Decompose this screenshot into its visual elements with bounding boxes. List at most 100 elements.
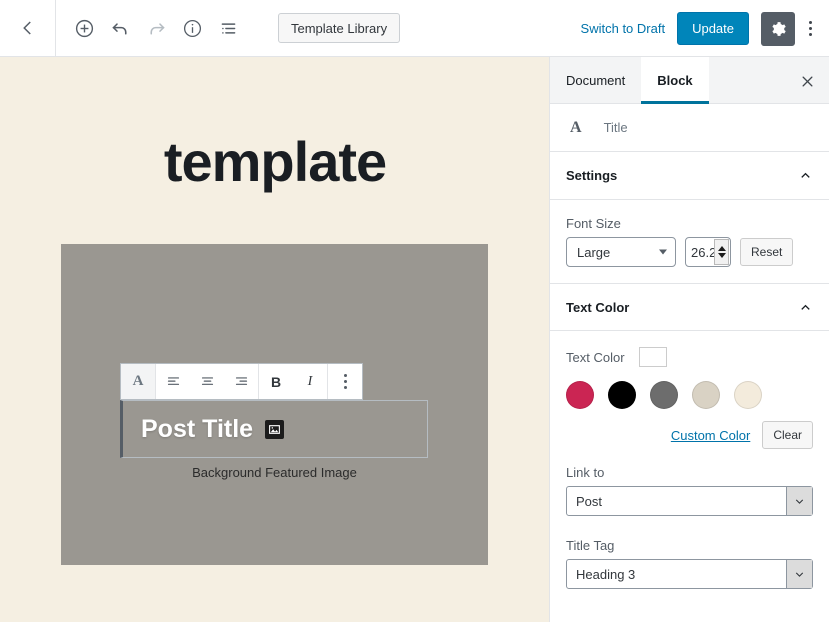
block-type-button[interactable]: A — [121, 364, 155, 399]
text-color-preview-swatch[interactable] — [638, 347, 667, 367]
text-color-current-row: Text Color — [566, 347, 813, 367]
editor-canvas[interactable]: template A B I Post Title Background Fea… — [0, 57, 550, 622]
tab-document[interactable]: Document — [550, 57, 641, 103]
font-size-stepper[interactable] — [714, 239, 729, 265]
chevron-left-icon — [22, 21, 31, 35]
bold-button[interactable]: B — [259, 364, 293, 399]
sidebar-tabs: Document Block — [550, 57, 829, 104]
content-structure-button[interactable] — [174, 10, 210, 46]
site-title: template — [163, 130, 387, 193]
swatch-beige[interactable] — [692, 381, 720, 409]
title-tag-group: Title Tag Heading 3 — [566, 538, 813, 589]
undo-icon — [111, 22, 127, 35]
settings-panel-title: Settings — [566, 168, 618, 183]
align-right-button[interactable] — [224, 364, 258, 399]
link-to-select[interactable]: Post — [566, 486, 813, 516]
template-library-label: Template Library — [291, 20, 388, 36]
align-left-button[interactable] — [156, 364, 190, 399]
close-icon — [802, 76, 812, 86]
more-menu-button[interactable] — [795, 12, 825, 46]
stepper-down-icon — [717, 253, 726, 258]
font-size-controls: Large 26.25 Reset — [566, 237, 813, 267]
custom-color-link[interactable]: Custom Color — [671, 428, 750, 443]
settings-toggle-button[interactable] — [761, 11, 795, 46]
alignment-group — [156, 364, 259, 399]
text-format-group: B I — [259, 364, 328, 399]
settings-panel-body: Font Size Large 26.25 Reset — [550, 200, 829, 283]
text-color-panel-title: Text Color — [566, 299, 630, 315]
font-size-preset-select[interactable]: Large — [566, 237, 676, 267]
template-library-button[interactable]: Template Library — [278, 13, 401, 43]
align-left-icon — [167, 377, 179, 385]
switch-to-draft-button[interactable]: Switch to Draft — [569, 21, 678, 36]
selected-block-info: A Title — [550, 104, 829, 152]
undo-button[interactable] — [102, 10, 138, 46]
kebab-menu-icon — [808, 21, 812, 36]
update-label: Update — [692, 21, 734, 36]
link-to-value: Post — [576, 493, 603, 509]
info-icon — [183, 19, 201, 37]
chevron-up-icon — [801, 304, 810, 310]
back-button[interactable] — [0, 0, 56, 56]
block-toolbar: A B I — [120, 363, 363, 400]
clear-color-button[interactable]: Clear — [762, 421, 813, 449]
more-options-icon — [343, 374, 347, 389]
list-view-icon — [221, 22, 235, 34]
link-to-group: Link to Post — [566, 465, 813, 516]
post-title-text: Post Title — [141, 414, 254, 443]
block-more-group — [328, 364, 362, 399]
tab-block-label: Block — [657, 72, 693, 88]
font-size-label: Font Size — [566, 216, 621, 231]
selected-block-name: Title — [603, 120, 628, 135]
post-title-block[interactable]: Post Title — [120, 400, 428, 458]
update-button[interactable]: Update — [677, 12, 749, 45]
swatch-crimson[interactable] — [566, 381, 594, 409]
close-sidebar-button[interactable] — [793, 67, 821, 95]
image-icon — [265, 419, 285, 439]
add-block-button[interactable] — [66, 10, 102, 46]
align-center-icon — [201, 377, 213, 385]
swatch-cream[interactable] — [734, 381, 762, 409]
color-swatch-list — [566, 381, 813, 409]
chevron-up-icon — [801, 172, 810, 178]
tab-document-label: Document — [566, 72, 626, 88]
link-to-label: Link to — [566, 465, 605, 480]
bold-icon: B — [270, 373, 282, 390]
stepper-up-icon — [717, 246, 726, 251]
redo-icon — [149, 22, 165, 35]
block-type-icon: A — [570, 118, 582, 136]
italic-button[interactable]: I — [293, 364, 327, 399]
text-color-panel-header[interactable]: Text Color — [550, 283, 829, 331]
swatch-black[interactable] — [608, 381, 636, 409]
header-left-tools: Template Library — [0, 0, 401, 56]
redo-button[interactable] — [138, 10, 174, 46]
gear-icon — [772, 21, 786, 36]
font-size-preset-value: Large — [577, 244, 611, 260]
block-type-icon: A — [132, 373, 144, 389]
block-more-options-button[interactable] — [328, 364, 362, 399]
settings-panel-header[interactable]: Settings — [550, 152, 829, 200]
link-to-dropdown-arrow — [786, 487, 812, 515]
add-block-icon — [75, 19, 93, 37]
font-size-reset-button[interactable]: Reset — [740, 238, 794, 266]
color-actions-row: Custom Color Clear — [566, 421, 813, 449]
clear-label: Clear — [773, 428, 802, 442]
align-center-button[interactable] — [190, 364, 224, 399]
chevron-down-icon — [795, 498, 804, 504]
text-color-field-label: Text Color — [566, 349, 625, 365]
settings-sidebar: Document Block A Title Settings Font Siz… — [549, 57, 829, 622]
header-right-actions: Switch to Draft Update — [569, 0, 825, 57]
featured-image-block[interactable]: A B I Post Title Background Featured Ima… — [61, 244, 488, 565]
title-tag-label: Title Tag — [566, 538, 615, 553]
title-tag-select[interactable]: Heading 3 — [566, 559, 813, 589]
editor-header: Template Library Switch to Draft Update — [0, 0, 829, 57]
block-navigation-button[interactable] — [210, 10, 246, 46]
title-tag-value: Heading 3 — [576, 566, 636, 582]
header-toolbar — [66, 10, 246, 46]
block-type-group: A — [121, 364, 156, 399]
editor-root: Template Library Switch to Draft Update — [0, 0, 829, 622]
tab-block[interactable]: Block — [641, 57, 710, 104]
text-color-panel-body: Text Color Custom Color Clear Link to Po — [550, 331, 829, 605]
font-size-input[interactable]: 26.25 — [685, 237, 731, 267]
swatch-grey[interactable] — [650, 381, 678, 409]
